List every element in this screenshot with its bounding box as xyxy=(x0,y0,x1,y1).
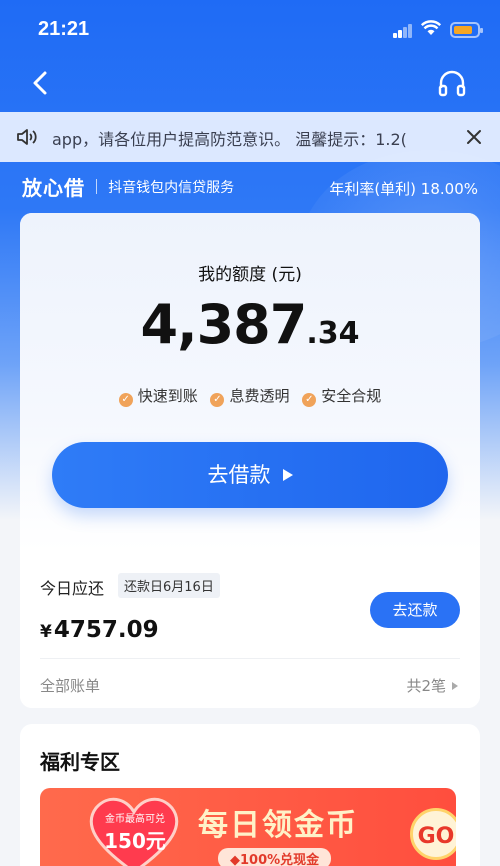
badge-line1: 金币最高可兑 xyxy=(105,814,165,825)
brand-logo: 放心借 xyxy=(22,176,85,200)
due-amount-value: 4757.09 xyxy=(53,617,159,643)
brand-row: 放心借 抖音钱包内信贷服务 xyxy=(22,172,234,201)
feature-label: 安全合规 xyxy=(321,387,382,405)
play-icon xyxy=(282,469,293,481)
speaker-icon xyxy=(17,129,37,145)
triangle-right-icon xyxy=(452,682,458,690)
notice-text: app，请各位用户提高防范意识。 温馨提示：1.2( xyxy=(52,126,457,150)
feature-item: ✓ 安全合规 xyxy=(302,385,381,407)
borrow-button-label: 去借款 xyxy=(207,463,271,487)
check-icon: ✓ xyxy=(302,393,317,407)
quota-section: 我的额度 (元) 4,387.34 ✓ 快速到账 ✓ 息费透明 ✓ 安全合规 去借款 xyxy=(20,213,480,551)
check-icon: ✓ xyxy=(118,393,133,407)
repayment-section: 今日应还 还款日6月16日 ¥4757.09 去还款 全部账单 共2笔 xyxy=(20,551,480,708)
daily-coin-banner[interactable]: 金币最高可兑 150元 每日领金币 ◆100%兑现金 GO xyxy=(40,788,456,866)
quota-label: 我的额度 (元) xyxy=(198,265,302,285)
go-button[interactable]: GO xyxy=(410,808,456,860)
welfare-card: 福利专区 金币最高可兑 150元 每日领金币 ◆100%兑现金 GO xyxy=(20,724,480,866)
repay-button[interactable]: 去还款 xyxy=(370,592,460,628)
feature-list: ✓ 快速到账 ✓ 息费透明 ✓ 安全合规 xyxy=(20,385,480,407)
quota-decimal: .34 xyxy=(306,316,360,351)
bill-count-label: 共2笔 xyxy=(406,677,446,695)
banner-title: 每日领金币 xyxy=(198,808,358,843)
borrow-button[interactable]: 去借款 xyxy=(52,442,448,508)
banner-subtitle: ◆100%兑现金 xyxy=(218,848,332,866)
banner-badge: 金币最高可兑 150元 xyxy=(90,810,180,854)
quota-integer: 4,387 xyxy=(140,293,308,356)
notice-bar: app，请各位用户提高防范意识。 温馨提示：1.2( xyxy=(0,112,500,162)
check-icon: ✓ xyxy=(210,393,225,407)
back-arrow-icon[interactable] xyxy=(26,68,56,98)
status-bar: 21:21 xyxy=(0,0,500,56)
feature-label: 息费透明 xyxy=(229,387,290,405)
annual-rate: 年利率(单利) 18.00% xyxy=(329,180,478,198)
battery-icon xyxy=(450,22,483,38)
wifi-icon xyxy=(421,20,441,35)
today-due-label: 今日应还 xyxy=(40,579,105,598)
close-icon[interactable] xyxy=(463,126,485,148)
all-bills-link[interactable]: 全部账单 xyxy=(40,675,100,696)
due-date-tag: 还款日6月16日 xyxy=(118,573,220,598)
feature-item: ✓ 快速到账 xyxy=(118,385,198,407)
brand-subtitle: 抖音钱包内信贷服务 xyxy=(108,179,235,196)
welfare-title: 福利专区 xyxy=(40,750,120,774)
nav-bar xyxy=(0,58,500,110)
due-amount: ¥4757.09 xyxy=(40,617,159,643)
headset-icon[interactable] xyxy=(436,68,468,100)
badge-line2: 150元 xyxy=(104,829,166,853)
status-time: 21:21 xyxy=(38,18,90,40)
feature-label: 快速到账 xyxy=(137,387,198,405)
currency-symbol: ¥ xyxy=(40,622,52,642)
cellular-signal-icon xyxy=(393,24,413,38)
notice-text-content: app，请各位用户提高防范意识。 温馨提示：1.2( xyxy=(52,130,407,149)
credit-card-panel: 我的额度 (元) 4,387.34 ✓ 快速到账 ✓ 息费透明 ✓ 安全合规 去借款 … xyxy=(20,213,480,708)
brand-divider xyxy=(96,179,98,194)
divider xyxy=(40,658,460,659)
quota-amount: 4,387.34 xyxy=(20,293,480,356)
feature-item: ✓ 息费透明 xyxy=(210,385,290,407)
bill-count-link[interactable]: 共2笔 xyxy=(406,675,458,696)
